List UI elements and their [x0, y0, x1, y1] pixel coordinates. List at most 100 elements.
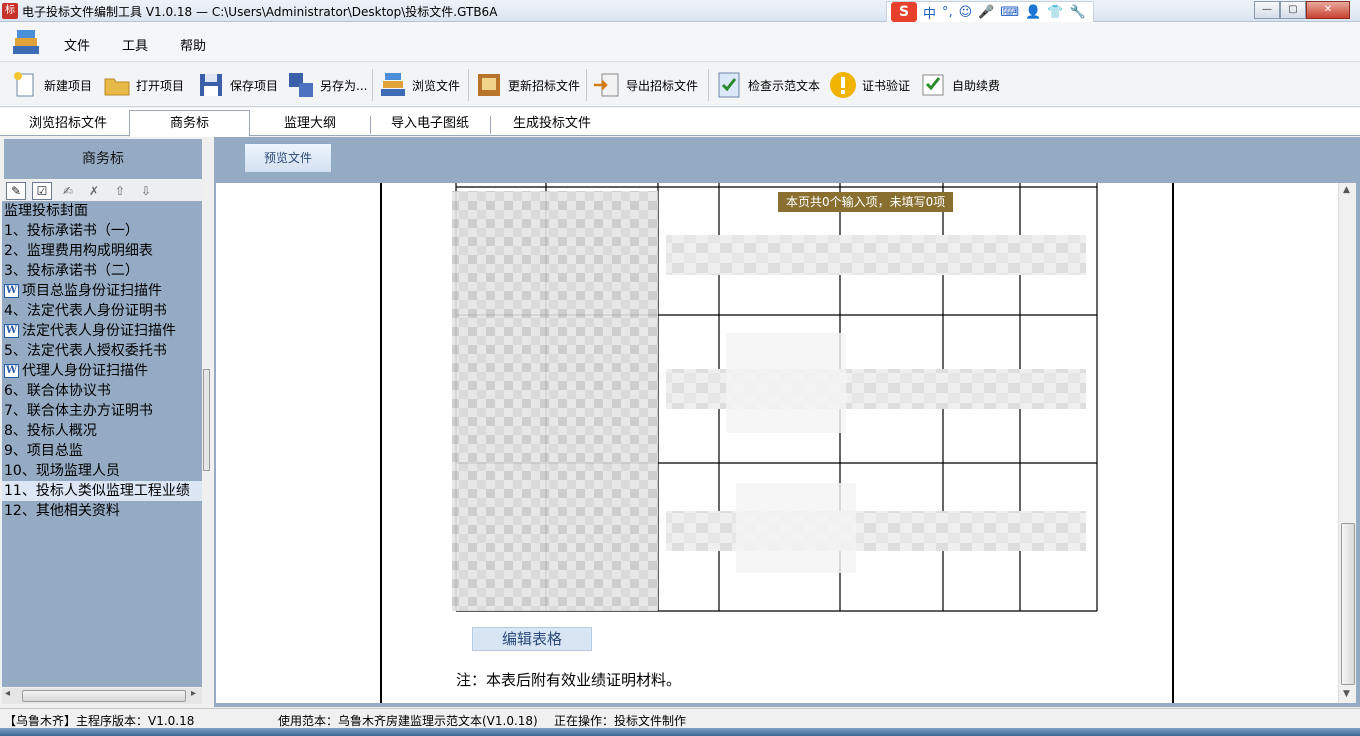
- outline-item-label: 10、现场监理人员: [4, 463, 120, 479]
- tab-separator: [490, 116, 491, 134]
- cert-verify-button[interactable]: 证书验证: [828, 67, 910, 103]
- tab-supervision-outline[interactable]: 监理大纲: [252, 114, 368, 136]
- outline-hscroll-thumb[interactable]: [22, 690, 186, 702]
- browse-file-button[interactable]: 浏览文件: [378, 67, 460, 103]
- open-project-button[interactable]: 打开项目: [102, 67, 184, 103]
- tab-import-drawings[interactable]: 导入电子图纸: [372, 114, 488, 136]
- outline-item-label: 8、投标人概况: [4, 423, 97, 439]
- microphone-icon[interactable]: 🎤: [978, 5, 994, 20]
- tab-separator: [370, 116, 371, 134]
- word-document-icon: W: [4, 364, 19, 378]
- outline-item-label: 3、投标承诺书（二）: [4, 263, 139, 279]
- export-tender-button[interactable]: 导出招标文件: [592, 67, 698, 103]
- menu-help[interactable]: 帮助: [180, 35, 206, 54]
- keyboard-icon[interactable]: ⌨: [1000, 5, 1019, 20]
- outline-item[interactable]: 7、联合体主办方证明书: [2, 401, 202, 421]
- toolbar-separator: [468, 69, 469, 101]
- punctuation-icon[interactable]: °,: [942, 5, 953, 20]
- document-view[interactable]: 本页共0个输入项，未填写0项 编辑表格 注：本表后附有效业绩证明材料。: [216, 183, 1338, 703]
- checklist-icon: [718, 72, 740, 98]
- outline-list: 监理投标封面 1、投标承诺书（一） 2、监理费用构成明细表 3、投标承诺书（二） W 项目…: [2, 201, 202, 687]
- word-document-icon: W: [4, 284, 19, 298]
- outline-panel: 商务标 ✎ ☑ ✍ ✗ ⇧ ⇩ 监理投标封面 1、投标承诺书（一） 2、监理费用构成…: [0, 137, 212, 707]
- form-icon[interactable]: ☑: [32, 182, 52, 200]
- menu-tools[interactable]: 工具: [122, 35, 148, 54]
- new-file-icon: [14, 72, 34, 97]
- edit-icon[interactable]: ✎: [6, 182, 26, 200]
- save-as-button[interactable]: 另存为...: [286, 67, 367, 103]
- sogou-icon[interactable]: S: [891, 2, 917, 22]
- scroll-left-icon[interactable]: ◂: [5, 688, 10, 699]
- tab-business[interactable]: 商务标: [129, 110, 250, 137]
- chart-edit-icon[interactable]: ✍: [58, 182, 78, 200]
- minimize-button[interactable]: —: [1254, 1, 1280, 19]
- move-up-icon[interactable]: ⇧: [110, 182, 130, 200]
- app-logo-icon: [13, 30, 39, 54]
- outline-item[interactable]: 2、监理费用构成明细表: [2, 241, 202, 261]
- outline-item[interactable]: 5、法定代表人授权委托书: [2, 341, 202, 361]
- menu-bar: 文件 工具 帮助: [0, 22, 1360, 62]
- outline-item[interactable]: 6、联合体协议书: [2, 381, 202, 401]
- outline-hscrollbar[interactable]: ◂ ▸: [2, 688, 202, 704]
- outline-item-label: 12、其他相关资料: [4, 503, 120, 519]
- auto-renew-button[interactable]: 自助续费: [918, 67, 1000, 103]
- outline-item[interactable]: W 项目总监身份证扫描件: [2, 281, 202, 301]
- outline-item[interactable]: 8、投标人概况: [2, 421, 202, 441]
- outline-item[interactable]: W 法定代表人身份证扫描件: [2, 321, 202, 341]
- save-project-button[interactable]: 保存项目: [196, 67, 278, 103]
- update-tender-button[interactable]: 更新招标文件: [474, 67, 580, 103]
- document-vscroll-thumb[interactable]: [1341, 523, 1355, 685]
- user-icon[interactable]: 👤: [1025, 5, 1041, 20]
- preview-file-button[interactable]: 预览文件: [244, 143, 332, 173]
- delete-icon[interactable]: ✗: [84, 182, 104, 200]
- ime-toolbar[interactable]: S 中 °, ☺ 🎤 ⌨ 👤 👕 🔧: [886, 1, 1094, 23]
- document-vscrollbar[interactable]: ▲ ▼: [1338, 183, 1356, 703]
- scroll-up-icon[interactable]: ▲: [1343, 185, 1350, 195]
- close-button[interactable]: ✕: [1306, 1, 1350, 19]
- export-icon: [594, 73, 619, 97]
- maximize-button[interactable]: ▢: [1280, 1, 1306, 19]
- ime-mode[interactable]: 中: [923, 3, 936, 22]
- floppy-disk-icon: [200, 74, 222, 96]
- warning-icon: [830, 72, 856, 98]
- outline-item[interactable]: 9、项目总监: [2, 441, 202, 461]
- emoji-icon[interactable]: ☺: [959, 5, 973, 20]
- scroll-right-icon[interactable]: ▸: [191, 688, 196, 699]
- window-controls: — ▢ ✕: [1254, 1, 1350, 19]
- building-icon: [478, 74, 500, 96]
- move-down-icon[interactable]: ⇩: [136, 182, 156, 200]
- outline-item[interactable]: W 代理人身份证扫描件: [2, 361, 202, 381]
- outline-item-label: 监理投标封面: [4, 203, 88, 219]
- outline-item[interactable]: 4、法定代表人身份证明书: [2, 301, 202, 321]
- new-project-button[interactable]: 新建项目: [10, 67, 92, 103]
- outline-item[interactable]: 12、其他相关资料: [2, 501, 202, 521]
- folder-open-icon: [104, 78, 130, 96]
- wrench-icon[interactable]: 🔧: [1070, 5, 1086, 20]
- edit-table-button[interactable]: 编辑表格: [472, 627, 592, 651]
- outline-item-label: 4、法定代表人身份证明书: [4, 303, 167, 319]
- outline-item[interactable]: 10、现场监理人员: [2, 461, 202, 481]
- save-as-icon: [289, 73, 313, 97]
- outline-item-label: 项目总监身份证扫描件: [22, 283, 162, 299]
- outline-panel-title: 商务标: [4, 139, 202, 179]
- tab-browse-tender[interactable]: 浏览招标文件: [10, 114, 126, 136]
- outline-item-label: 11、投标人类似监理工程业绩: [4, 483, 190, 499]
- outline-item[interactable]: 监理投标封面: [2, 201, 202, 221]
- tab-bar: 浏览招标文件 商务标 监理大纲 导入电子图纸 生成投标文件: [0, 108, 1360, 137]
- skin-icon[interactable]: 👕: [1047, 5, 1063, 20]
- tab-generate-bid[interactable]: 生成投标文件: [492, 114, 612, 136]
- outline-item[interactable]: 11、投标人类似监理工程业绩: [2, 481, 202, 501]
- pixelated-content: [452, 191, 1086, 611]
- outline-item-label: 7、联合体主办方证明书: [4, 403, 153, 419]
- performance-table: [452, 183, 1098, 612]
- scroll-down-icon[interactable]: ▼: [1343, 689, 1350, 699]
- menu-file[interactable]: 文件: [64, 35, 90, 54]
- outline-item[interactable]: 1、投标承诺书（一）: [2, 221, 202, 241]
- outline-item[interactable]: 3、投标承诺书（二）: [2, 261, 202, 281]
- toolbar-separator: [708, 69, 709, 101]
- app-icon: 标: [2, 3, 18, 19]
- outline-toolbar: ✎ ☑ ✍ ✗ ⇧ ⇩: [4, 181, 202, 201]
- toolbar-separator: [586, 69, 587, 101]
- outline-splitter[interactable]: [203, 369, 210, 471]
- check-sample-button[interactable]: 检查示范文本: [714, 67, 820, 103]
